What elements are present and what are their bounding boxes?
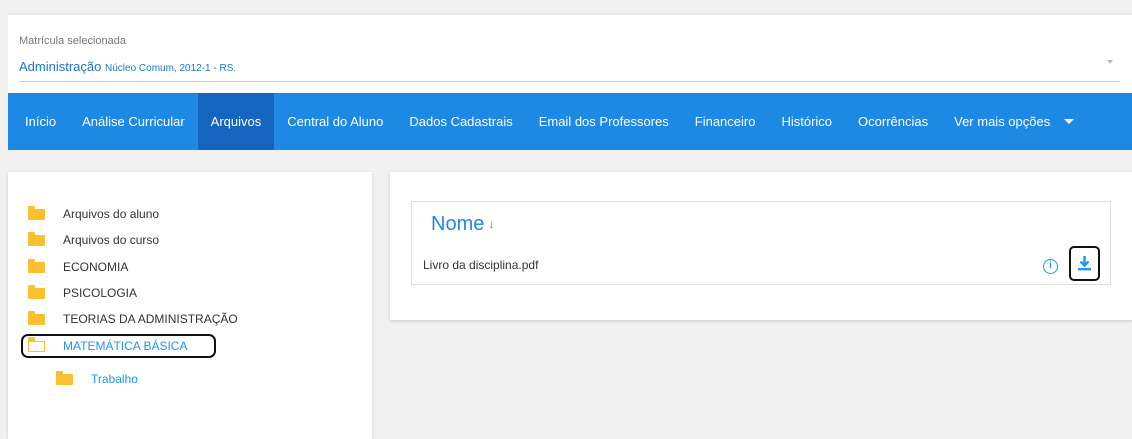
nav-item-email-professores[interactable]: Email dos Professores [526, 93, 682, 150]
enrollment-detail: Núcleo Comum, 2012-1 - RS. [105, 63, 237, 74]
files-panel: Nome ↓ Livro da disciplina.pdf i [390, 172, 1132, 320]
folder-trabalho[interactable]: Trabalho [56, 370, 138, 388]
folder-teorias-da-administracao[interactable]: TEORIAS DA ADMINISTRAÇÃO [28, 310, 238, 328]
nav-label: Ocorrências [858, 114, 929, 129]
nav-label: Financeiro [694, 114, 756, 129]
sort-arrow-icon: ↓ [488, 217, 495, 231]
enrollment-selector-value[interactable]: Administração Núcleo Comum, 2012-1 - RS. [19, 59, 236, 74]
info-icon[interactable]: i [1043, 259, 1058, 274]
file-name[interactable]: Livro da disciplina.pdf [423, 258, 538, 272]
nav-item-financeiro[interactable]: Financeiro [682, 93, 769, 150]
folder-label: Arquivos do aluno [63, 207, 160, 221]
download-button[interactable] [1069, 246, 1100, 281]
highlight-annotation [21, 334, 216, 358]
file-table: Nome ↓ Livro da disciplina.pdf i [411, 201, 1111, 285]
enrollment-course: Administração [19, 59, 102, 74]
column-header-nome[interactable]: Nome ↓ [431, 213, 494, 236]
main-nav: Início Análise Curricular Arquivos Centr… [8, 93, 1132, 150]
folder-icon [28, 310, 45, 325]
caret-down-icon [1064, 119, 1075, 124]
folder-icon [28, 205, 45, 220]
nav-label: Histórico [781, 114, 833, 129]
nav-label: Ver mais opções [954, 114, 1051, 129]
selector-underline [19, 81, 1120, 82]
nav-item-dados-cadastrais[interactable]: Dados Cadastrais [396, 93, 525, 150]
folder-tree-panel: Arquivos do aluno Arquivos do curso ECON… [8, 172, 372, 439]
nav-label: Central do Aluno [287, 114, 384, 129]
enrollment-selector-label: Matrícula selecionada [19, 35, 127, 47]
nav-label: Email dos Professores [538, 114, 669, 129]
chevron-down-icon[interactable] [1107, 60, 1113, 64]
nav-label: Início [25, 114, 57, 129]
folder-icon [56, 370, 73, 385]
nav-label: Dados Cadastrais [409, 114, 513, 129]
nav-item-arquivos[interactable]: Arquivos [197, 93, 275, 150]
nav-item-inicio[interactable]: Início [12, 93, 69, 150]
folder-economia[interactable]: ECONOMIA [28, 258, 128, 276]
column-header-label: Nome [431, 213, 485, 235]
download-icon [1078, 256, 1091, 271]
folder-label: Arquivos do curso [63, 233, 160, 247]
nav-item-ocorrencias[interactable]: Ocorrências [845, 93, 941, 150]
nav-item-ver-mais-opcoes[interactable]: Ver mais opções [941, 93, 1087, 150]
folder-psicologia[interactable]: PSICOLOGIA [28, 284, 137, 302]
nav-label: Arquivos [210, 114, 262, 129]
nav-label: Análise Curricular [82, 114, 185, 129]
folder-label: TEORIAS DA ADMINISTRAÇÃO [63, 312, 238, 326]
folder-arquivos-do-aluno[interactable]: Arquivos do aluno [28, 205, 159, 223]
folder-label: PSICOLOGIA [63, 286, 138, 300]
folder-icon [28, 258, 45, 273]
folder-icon [28, 231, 45, 246]
folder-icon [28, 284, 45, 299]
nav-item-analise-curricular[interactable]: Análise Curricular [69, 93, 198, 150]
folder-label: ECONOMIA [63, 260, 129, 274]
enrollment-selector[interactable]: Matrícula selecionada Administração Núcl… [8, 13, 1132, 93]
nav-item-central-do-aluno[interactable]: Central do Aluno [274, 93, 396, 150]
folder-arquivos-do-curso[interactable]: Arquivos do curso [28, 231, 159, 249]
folder-label: Trabalho [91, 372, 138, 386]
nav-item-historico[interactable]: Histórico [768, 93, 845, 150]
